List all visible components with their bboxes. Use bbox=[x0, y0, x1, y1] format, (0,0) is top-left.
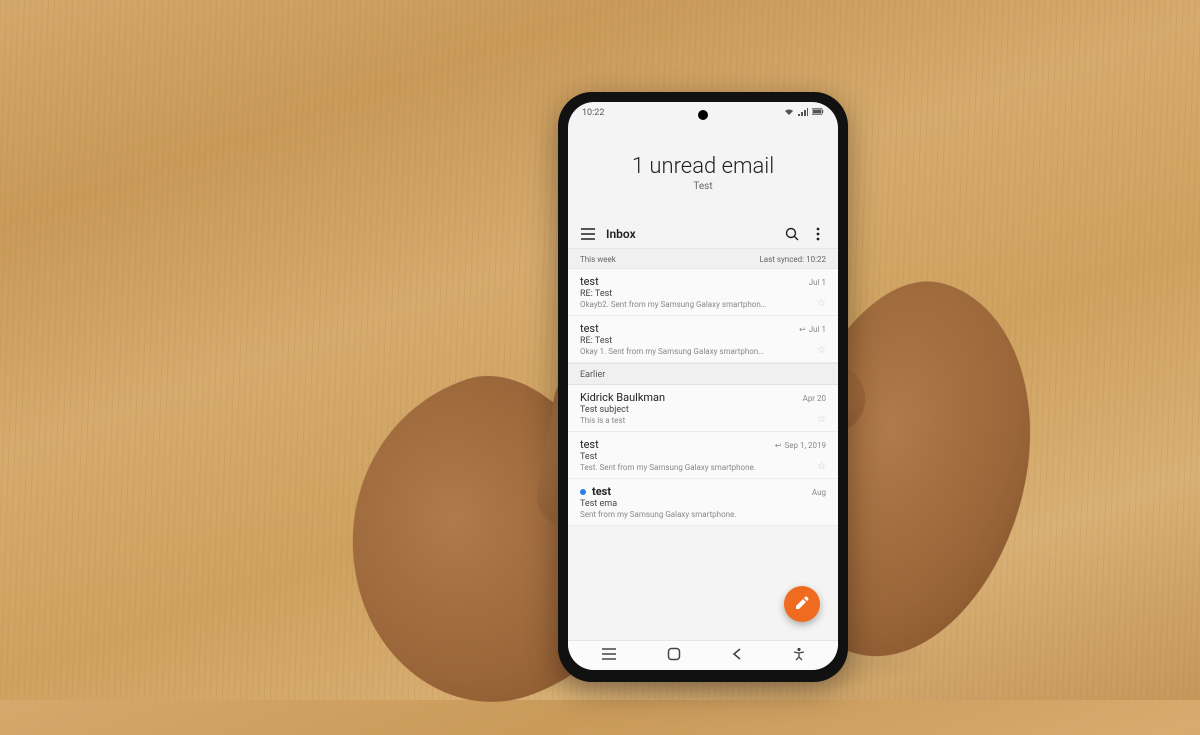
email-sender: test bbox=[580, 275, 599, 288]
menu-icon[interactable] bbox=[580, 226, 596, 242]
compose-button[interactable] bbox=[784, 586, 820, 622]
folder-title[interactable]: Inbox bbox=[606, 227, 774, 241]
last-synced: Last synced: 10:22 bbox=[759, 255, 826, 264]
phone-frame: 10:22 1 unread email Test Inbox bbox=[558, 92, 848, 682]
email-subject: Test bbox=[580, 452, 826, 462]
more-icon[interactable] bbox=[810, 226, 826, 242]
replied-icon: ↩ bbox=[775, 441, 782, 450]
email-date: ↩ Sep 1, 2019 bbox=[775, 441, 826, 450]
email-subject: Test ema bbox=[580, 499, 826, 509]
star-icon[interactable]: ☆ bbox=[817, 461, 826, 472]
email-date: Apr 20 bbox=[803, 394, 826, 403]
section-this-week: This week Last synced: 10:22 bbox=[568, 249, 838, 269]
email-subject: RE: Test bbox=[580, 289, 826, 299]
camera-punch-hole bbox=[698, 110, 708, 120]
email-item[interactable]: test Jul 1 RE: Test Okayb2. Sent from my… bbox=[568, 269, 838, 316]
email-item[interactable]: test ↩ Sep 1, 2019 Test Test. Sent from … bbox=[568, 432, 838, 479]
email-item[interactable]: test ↩ Jul 1 RE: Test Okay 1. Sent from … bbox=[568, 316, 838, 363]
email-date: Jul 1 bbox=[809, 278, 826, 287]
email-list[interactable]: test Jul 1 RE: Test Okayb2. Sent from my… bbox=[568, 269, 838, 640]
star-icon[interactable]: ☆ bbox=[817, 414, 826, 425]
replied-icon: ↩ bbox=[799, 325, 806, 334]
nav-home-icon[interactable] bbox=[667, 647, 681, 665]
account-name: Test bbox=[578, 181, 828, 192]
status-time: 10:22 bbox=[582, 108, 604, 118]
nav-accessibility-icon[interactable] bbox=[793, 647, 805, 665]
inbox-toolbar: Inbox bbox=[568, 220, 838, 249]
signal-icon bbox=[798, 108, 808, 119]
nav-back-icon[interactable] bbox=[731, 647, 743, 665]
email-preview: Okayb2. Sent from my Samsung Galaxy smar… bbox=[580, 300, 790, 309]
section-label: This week bbox=[580, 255, 616, 264]
email-date: Aug bbox=[812, 488, 826, 497]
unread-dot-icon bbox=[580, 489, 586, 495]
search-icon[interactable] bbox=[784, 226, 800, 242]
email-item[interactable]: test Aug Test ema Sent from my Samsung G… bbox=[568, 479, 838, 526]
star-icon[interactable]: ☆ bbox=[817, 345, 826, 356]
email-sender: test bbox=[580, 485, 611, 498]
email-subject: Test subject bbox=[580, 405, 826, 415]
phone-screen: 10:22 1 unread email Test Inbox bbox=[568, 102, 838, 670]
email-subject: RE: Test bbox=[580, 336, 826, 346]
section-earlier: Earlier bbox=[568, 363, 838, 385]
android-navbar bbox=[568, 640, 838, 670]
battery-icon bbox=[812, 108, 824, 118]
email-date: ↩ Jul 1 bbox=[799, 325, 826, 334]
email-preview: Test. Sent from my Samsung Galaxy smartp… bbox=[580, 463, 790, 472]
email-sender: test bbox=[580, 322, 599, 335]
email-preview: Okay 1. Sent from my Samsung Galaxy smar… bbox=[580, 347, 790, 356]
email-sender: Kidrick Baulkman bbox=[580, 391, 665, 404]
email-preview: This is a test bbox=[580, 416, 790, 425]
unread-count-title: 1 unread email bbox=[578, 154, 828, 179]
inbox-hero: 1 unread email Test bbox=[568, 124, 838, 220]
nav-recents-icon[interactable] bbox=[601, 647, 617, 665]
status-icons bbox=[784, 108, 824, 119]
email-preview: Sent from my Samsung Galaxy smartphone. bbox=[580, 510, 790, 519]
email-item[interactable]: Kidrick Baulkman Apr 20 Test subject Thi… bbox=[568, 385, 838, 432]
email-sender: test bbox=[580, 438, 599, 451]
star-icon[interactable]: ☆ bbox=[817, 298, 826, 309]
compose-icon bbox=[794, 595, 810, 614]
wifi-icon bbox=[784, 108, 794, 119]
